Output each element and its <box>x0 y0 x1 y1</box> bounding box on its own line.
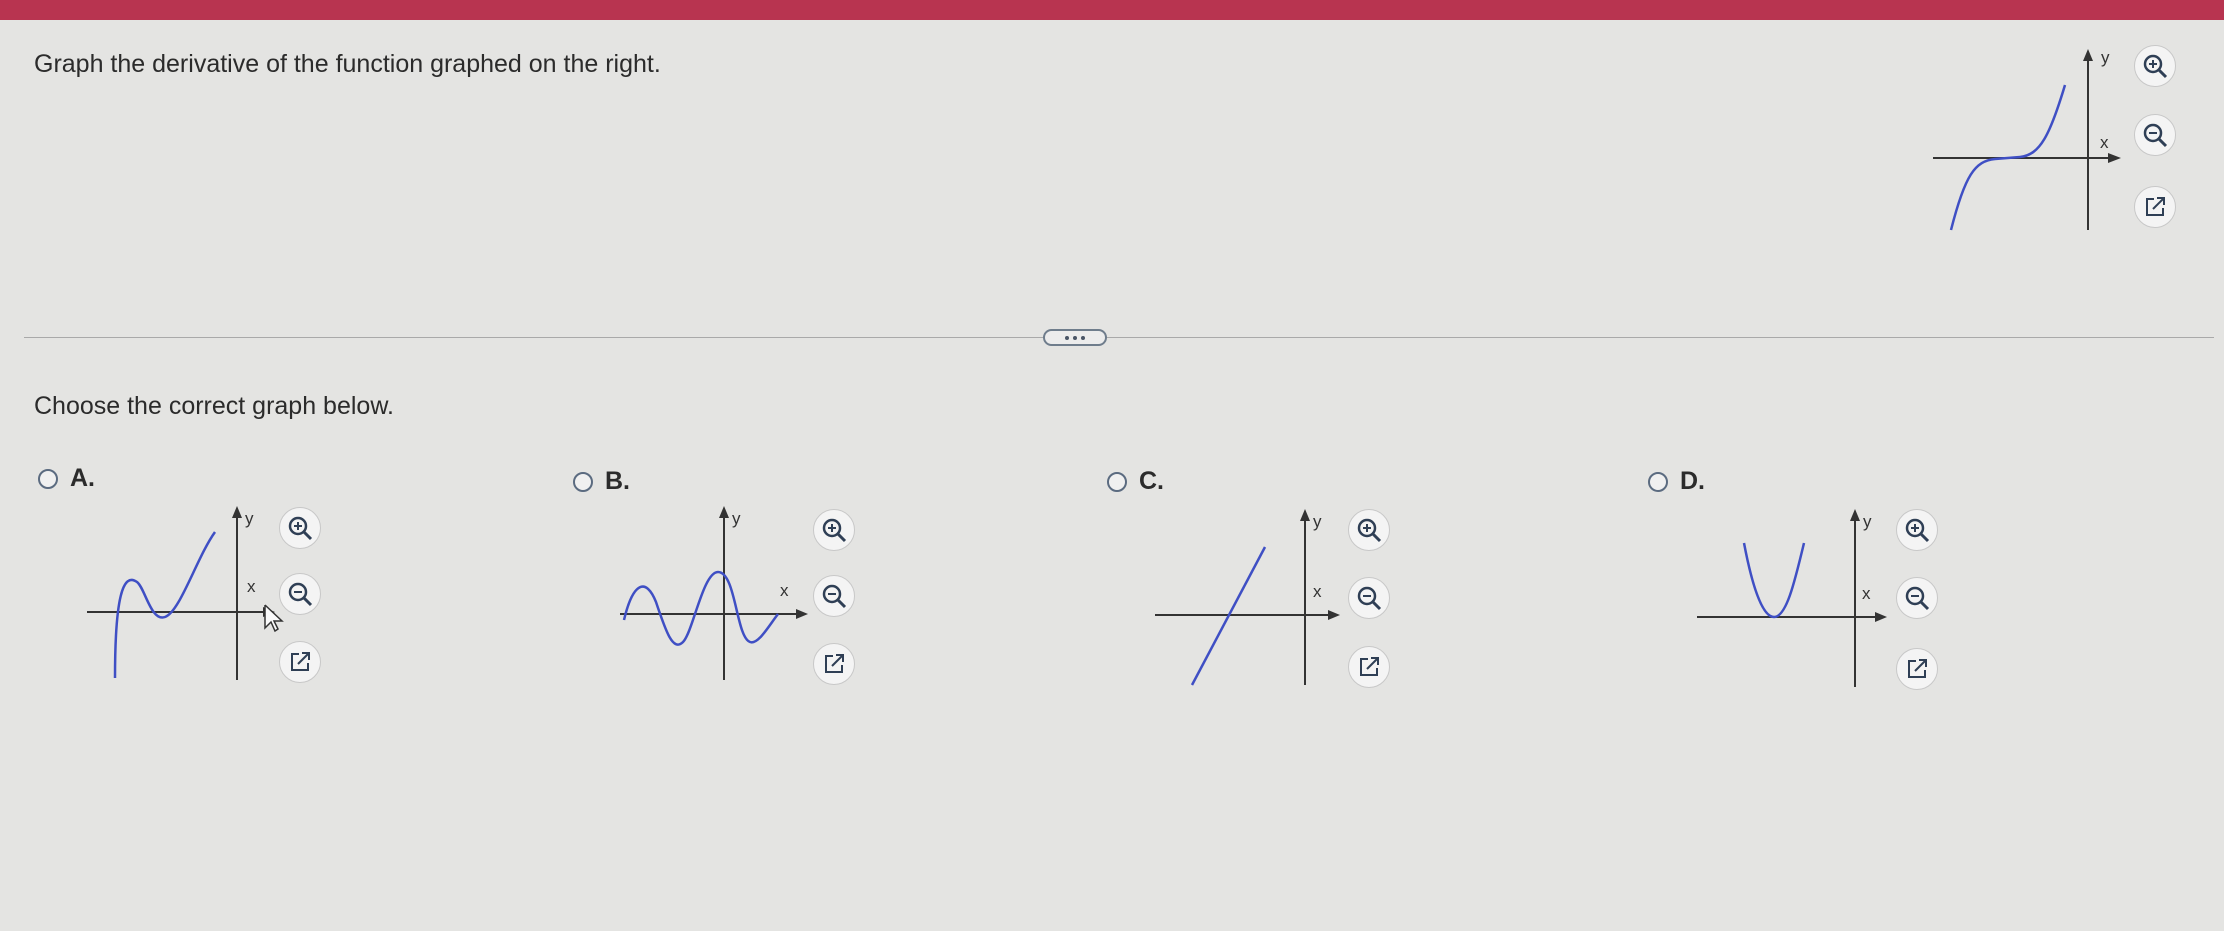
radio-a[interactable] <box>38 468 58 489</box>
option-a-label: A. <box>70 464 95 492</box>
radio-d[interactable] <box>1648 471 1668 492</box>
option-a-curve <box>113 531 217 679</box>
x-axis-arrow <box>1328 610 1340 620</box>
open-external-icon <box>1360 657 1379 676</box>
zoom-in-icon <box>822 518 847 543</box>
mouse-cursor-icon <box>264 604 284 633</box>
open-external-icon <box>291 652 310 671</box>
zoom-in-icon <box>1357 518 1382 543</box>
option-a-zoom-in-button[interactable] <box>279 507 321 549</box>
option-b-open-button[interactable] <box>813 643 855 685</box>
option-b[interactable]: B. <box>573 467 630 496</box>
open-external-icon <box>1908 659 1927 678</box>
open-external-icon <box>2146 197 2165 216</box>
option-c-label: C. <box>1139 467 1164 495</box>
question-text: Graph the derivative of the function gra… <box>34 50 661 78</box>
y-axis-arrow <box>1850 509 1860 521</box>
y-axis-label: y <box>732 509 741 528</box>
zoom-in-icon <box>2143 54 2168 79</box>
top-bar <box>0 0 2224 20</box>
zoom-out-icon <box>1905 586 1930 611</box>
option-b-curve <box>622 570 779 646</box>
option-a[interactable]: A. <box>38 464 95 493</box>
zoom-out-icon <box>1357 586 1382 611</box>
option-d-zoom-out-button[interactable] <box>1896 577 1938 619</box>
zoom-in-icon <box>1905 518 1930 543</box>
zoom-in-icon <box>288 516 313 541</box>
open-external-icon <box>825 654 844 673</box>
option-b-label: B. <box>605 467 630 495</box>
y-axis-label: y <box>245 509 254 528</box>
y-axis-label: y <box>2101 48 2110 67</box>
option-d-curve <box>1742 542 1806 619</box>
y-axis-arrow <box>2083 49 2093 61</box>
x-axis-label: x <box>2100 133 2109 152</box>
question-open-button[interactable] <box>2134 186 2176 228</box>
option-c-zoom-out-button[interactable] <box>1348 577 1390 619</box>
y-axis-arrow <box>1300 509 1310 521</box>
radio-b[interactable] <box>573 471 593 492</box>
instruction-text: Choose the correct graph below. <box>34 392 394 420</box>
x-axis-label: x <box>1862 584 1871 603</box>
option-a-zoom-out-button[interactable] <box>279 573 321 615</box>
x-axis-arrow <box>2108 153 2121 163</box>
y-axis-label: y <box>1863 512 1872 531</box>
option-c[interactable]: C. <box>1107 467 1164 496</box>
y-axis-label: y <box>1313 512 1322 531</box>
option-d[interactable]: D. <box>1648 467 1705 496</box>
x-axis-arrow <box>1875 612 1887 622</box>
zoom-out-icon <box>822 584 847 609</box>
y-axis-arrow <box>232 506 242 518</box>
option-a-open-button[interactable] <box>279 641 321 683</box>
question-zoom-in-button[interactable] <box>2134 45 2176 87</box>
option-b-zoom-in-button[interactable] <box>813 509 855 551</box>
option-d-graph: x y <box>1697 509 1887 687</box>
x-axis-label: x <box>1313 582 1322 601</box>
option-d-label: D. <box>1680 467 1705 495</box>
option-b-zoom-out-button[interactable] <box>813 575 855 617</box>
option-c-open-button[interactable] <box>1348 646 1390 688</box>
section-divider <box>24 337 2214 338</box>
radio-c[interactable] <box>1107 471 1127 492</box>
option-c-graph: x y <box>1155 509 1340 686</box>
option-c-zoom-in-button[interactable] <box>1348 509 1390 551</box>
x-axis-label: x <box>247 577 256 596</box>
x-axis-label: x <box>780 581 789 600</box>
option-b-graph: x y <box>620 506 808 680</box>
x-axis-arrow <box>796 609 808 619</box>
option-d-zoom-in-button[interactable] <box>1896 509 1938 551</box>
y-axis-arrow <box>719 506 729 518</box>
more-button[interactable] <box>1043 329 1107 346</box>
option-a-graph: x y <box>87 506 284 680</box>
question-zoom-out-button[interactable] <box>2134 114 2176 156</box>
option-d-open-button[interactable] <box>1896 648 1938 690</box>
zoom-out-icon <box>288 582 313 607</box>
question-graph: x y <box>1933 48 2121 231</box>
zoom-out-icon <box>2143 123 2168 148</box>
